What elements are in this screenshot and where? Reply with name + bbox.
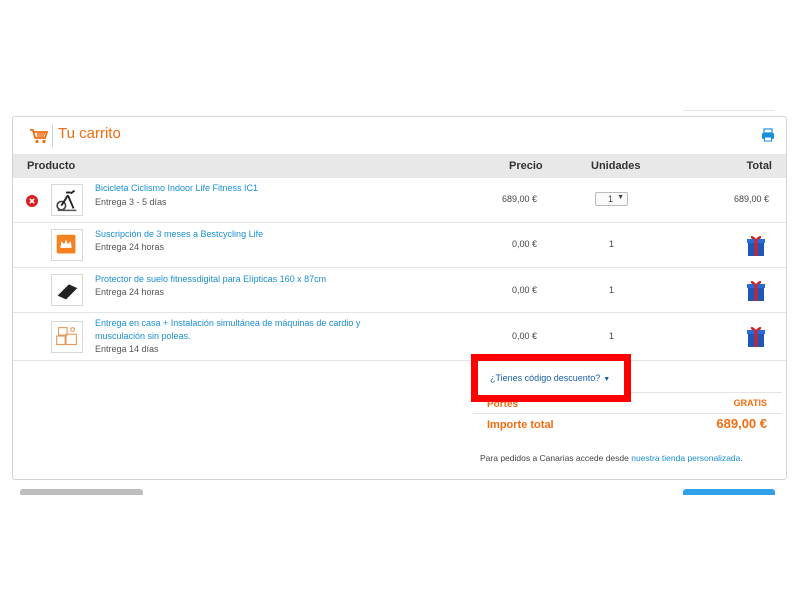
cart-header: Tu carrito — [13, 117, 786, 154]
discount-highlight-box: ¿Tienes código descuento? ▼ — [471, 354, 631, 402]
product-price: 0,00 € — [511, 239, 537, 249]
product-name-link[interactable]: Suscripción de 3 meses a Bestcycling Lif… — [95, 228, 263, 241]
delivery-boxes-icon — [56, 327, 77, 346]
importe-total-label: Importe total — [487, 419, 554, 431]
summary-divider — [473, 413, 782, 414]
gift-icon — [747, 280, 765, 301]
product-price: 0,00 € — [511, 331, 537, 341]
bike-icon — [56, 189, 77, 212]
cart-row: Bicicleta Ciclismo Indoor Life Fitness I… — [13, 178, 786, 223]
product-delivery: Entrega 24 horas — [95, 242, 165, 252]
column-precio: Precio — [509, 160, 543, 172]
shopping-cart-icon — [30, 129, 48, 144]
product-name-link[interactable]: Bicicleta Ciclismo Indoor Life Fitness I… — [95, 182, 258, 195]
product-total: 689,00 € — [733, 194, 769, 204]
crown-logo-icon — [56, 234, 76, 254]
product-delivery: Entrega 24 horas — [95, 287, 165, 297]
remove-item-icon[interactable] — [26, 195, 38, 207]
cart-row: Protector de suelo fitnessdigital para E… — [13, 268, 786, 313]
cart-row: Entrega en casa + Instalación simultánea… — [13, 313, 786, 361]
checkout-button[interactable] — [683, 489, 775, 495]
title-separator — [52, 125, 53, 147]
column-producto: Producto — [27, 160, 76, 172]
product-thumbnail[interactable] — [51, 321, 83, 353]
chevron-down-icon: ▼ — [617, 194, 624, 201]
chevron-down-icon: ▼ — [603, 376, 611, 383]
product-units: 1 — [609, 331, 615, 341]
product-units: 1 — [609, 285, 615, 295]
canarias-note: Para pedidos a Canarias accede desde nue… — [480, 453, 743, 463]
quantity-select[interactable]: 1 ▼ — [595, 192, 628, 206]
column-unidades: Unidades — [591, 160, 641, 172]
table-header: Producto Precio Unidades Total — [13, 154, 786, 178]
product-units: 1 — [609, 239, 615, 249]
product-name-link-line2[interactable]: musculación sin poleas. — [95, 330, 191, 343]
canarias-store-link[interactable]: nuestra tienda personalizada — [631, 453, 740, 463]
print-icon[interactable] — [761, 128, 775, 142]
portes-value: GRATIS — [733, 398, 767, 408]
top-divider — [683, 110, 775, 111]
quantity-value: 1 — [608, 194, 614, 204]
product-name-link[interactable]: Entrega en casa + Instalación simultánea… — [95, 317, 360, 330]
product-price: 0,00 € — [511, 285, 537, 295]
cart-panel: Tu carrito Producto Precio Unidades Tota… — [12, 116, 787, 480]
cart-row: Suscripción de 3 meses a Bestcycling Lif… — [13, 223, 786, 268]
product-delivery: Entrega 14 días — [95, 344, 159, 354]
product-delivery: Entrega 3 - 5 días — [95, 197, 167, 207]
product-thumbnail[interactable] — [51, 229, 83, 261]
importe-total-value: 689,00 € — [716, 416, 767, 431]
floor-mat-icon — [57, 284, 78, 300]
product-thumbnail[interactable] — [51, 184, 83, 216]
discount-code-toggle[interactable]: ¿Tienes código descuento? ▼ — [490, 373, 610, 383]
discount-code-label: ¿Tienes código descuento? — [490, 373, 601, 383]
gift-icon — [747, 235, 765, 256]
cart-title: Tu carrito — [58, 125, 121, 142]
column-total: Total — [746, 160, 772, 172]
continue-shopping-button[interactable] — [20, 489, 143, 495]
gift-icon — [747, 326, 765, 347]
canarias-end: . — [740, 453, 743, 463]
product-name-link[interactable]: Protector de suelo fitnessdigital para E… — [95, 273, 326, 286]
product-price: 689,00 € — [501, 194, 537, 204]
product-thumbnail[interactable] — [51, 274, 83, 306]
canarias-text: Para pedidos a Canarias accede desde — [480, 453, 632, 463]
